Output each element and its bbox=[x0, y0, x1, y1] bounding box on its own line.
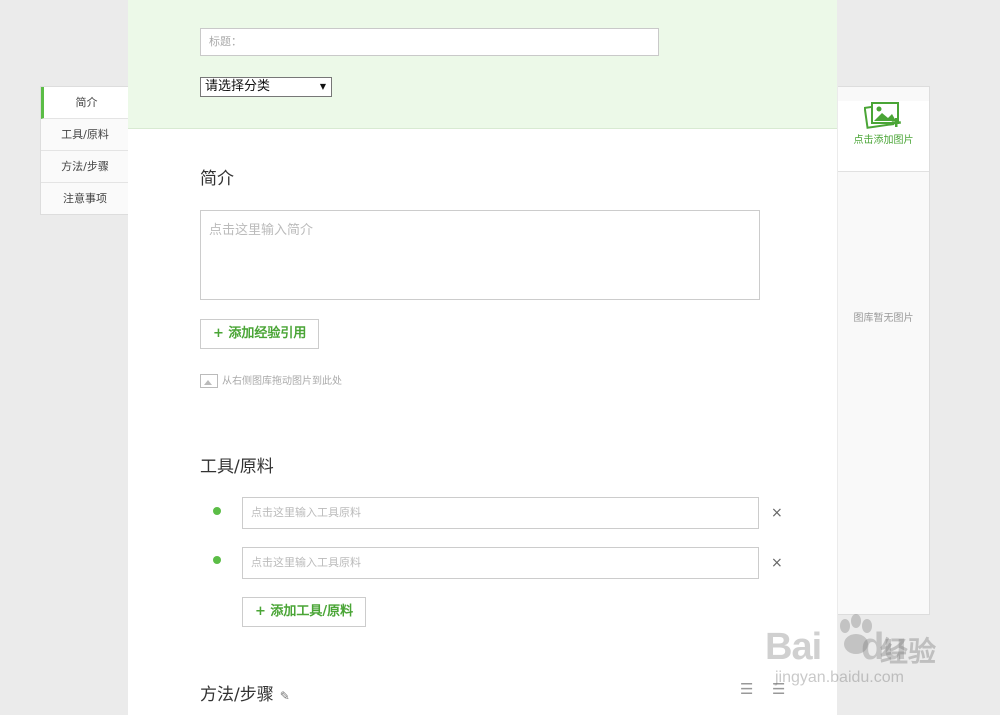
pencil-icon[interactable]: ✎ bbox=[280, 689, 290, 703]
baidu-jingyan-watermark: Bai du 经验 jingyan.baidu.com bbox=[765, 612, 995, 692]
title-area: 标题： 请选择分类 ▼ bbox=[128, 0, 837, 129]
title-input[interactable]: 标题： bbox=[200, 28, 659, 56]
editor-main: 标题： 请选择分类 ▼ 简介 点击这里输入简介 + 添加经验引用 从右侧图库拖动… bbox=[128, 0, 837, 715]
nav-item-intro[interactable]: 简介 bbox=[41, 87, 129, 119]
tool-input[interactable]: 点击这里输入工具原料 bbox=[242, 547, 759, 579]
numbered-list-icon[interactable]: ☰ bbox=[740, 680, 753, 698]
nav-item-steps[interactable]: 方法/步骤 bbox=[41, 151, 129, 183]
drag-hint: 从右侧图库拖动图片到此处 bbox=[200, 372, 342, 388]
tool-input[interactable]: 点击这里输入工具原料 bbox=[242, 497, 759, 529]
add-image-label: 点击添加图片 bbox=[853, 135, 914, 146]
nav-item-tools[interactable]: 工具/原料 bbox=[41, 119, 129, 151]
add-picture-icon bbox=[863, 102, 901, 129]
delete-tool-button[interactable]: × bbox=[771, 555, 783, 571]
watermark-url: jingyan.baidu.com bbox=[775, 669, 904, 686]
dropdown-arrow-icon: ▼ bbox=[319, 82, 326, 91]
category-select-value: 请选择分类 bbox=[205, 79, 271, 94]
gallery-empty-text: 图库暂无图片 bbox=[853, 313, 914, 324]
intro-textarea[interactable]: 点击这里输入简介 bbox=[200, 210, 760, 300]
watermark-text: 经验 bbox=[880, 635, 937, 668]
watermark-brand: Bai bbox=[765, 626, 822, 668]
steps-heading-text: 方法/步骤 bbox=[200, 685, 274, 705]
left-nav: 简介 工具/原料 方法/步骤 注意事项 bbox=[40, 86, 129, 215]
category-select[interactable]: 请选择分类 ▼ bbox=[200, 77, 332, 97]
tool-bullet bbox=[213, 556, 221, 564]
paw-icon bbox=[840, 614, 872, 654]
delete-tool-button[interactable]: × bbox=[771, 505, 783, 521]
image-icon bbox=[200, 374, 218, 388]
intro-heading: 简介 bbox=[200, 169, 234, 189]
nav-item-notes[interactable]: 注意事项 bbox=[41, 183, 129, 214]
add-tool-button[interactable]: + 添加工具/原料 bbox=[242, 597, 367, 627]
add-reference-button[interactable]: + 添加经验引用 bbox=[200, 319, 320, 349]
gallery-panel: 点击添加图片 图库暂无图片 bbox=[838, 86, 930, 615]
tools-heading: 工具/原料 bbox=[200, 457, 274, 477]
steps-heading: 方法/步骤 ✎ bbox=[200, 680, 290, 705]
add-image-button[interactable]: 点击添加图片 bbox=[838, 101, 929, 172]
tool-bullet bbox=[213, 507, 221, 515]
drag-hint-text: 从右侧图库拖动图片到此处 bbox=[222, 376, 342, 387]
